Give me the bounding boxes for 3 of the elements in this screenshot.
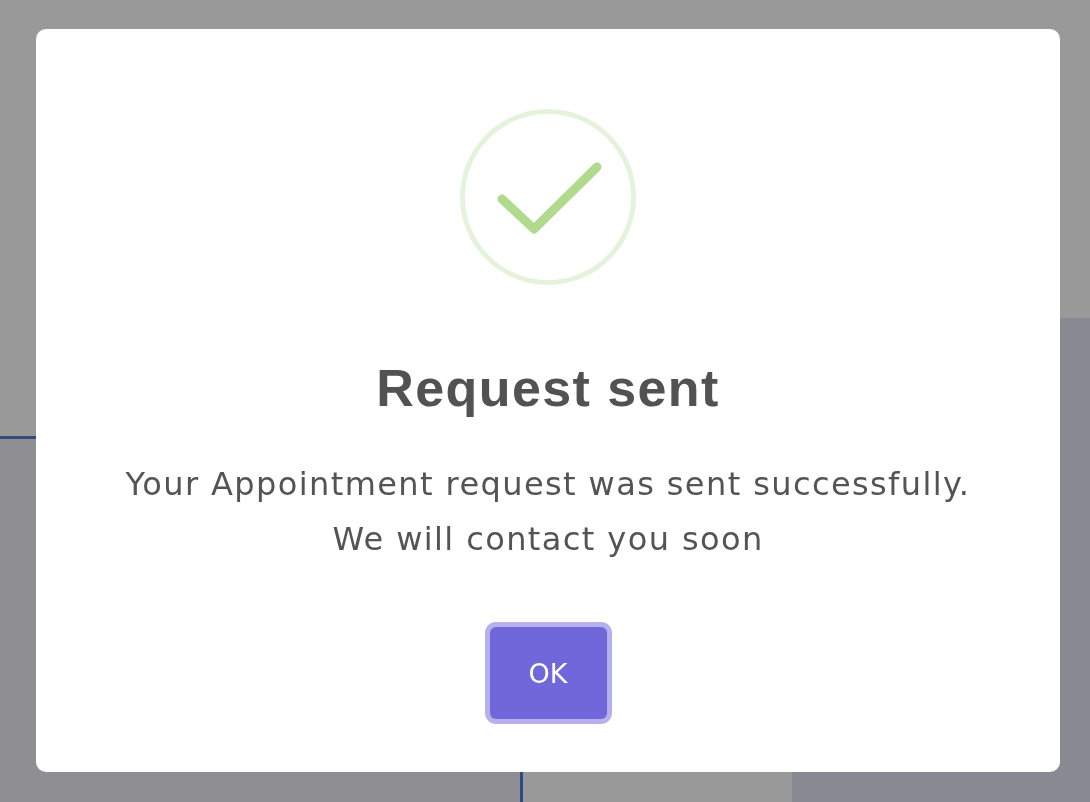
dialog-title: Request sent bbox=[376, 359, 720, 417]
dialog-message: Your Appointment request was sent successfully. We will contact you soon bbox=[125, 464, 971, 560]
success-check-icon bbox=[460, 109, 636, 285]
